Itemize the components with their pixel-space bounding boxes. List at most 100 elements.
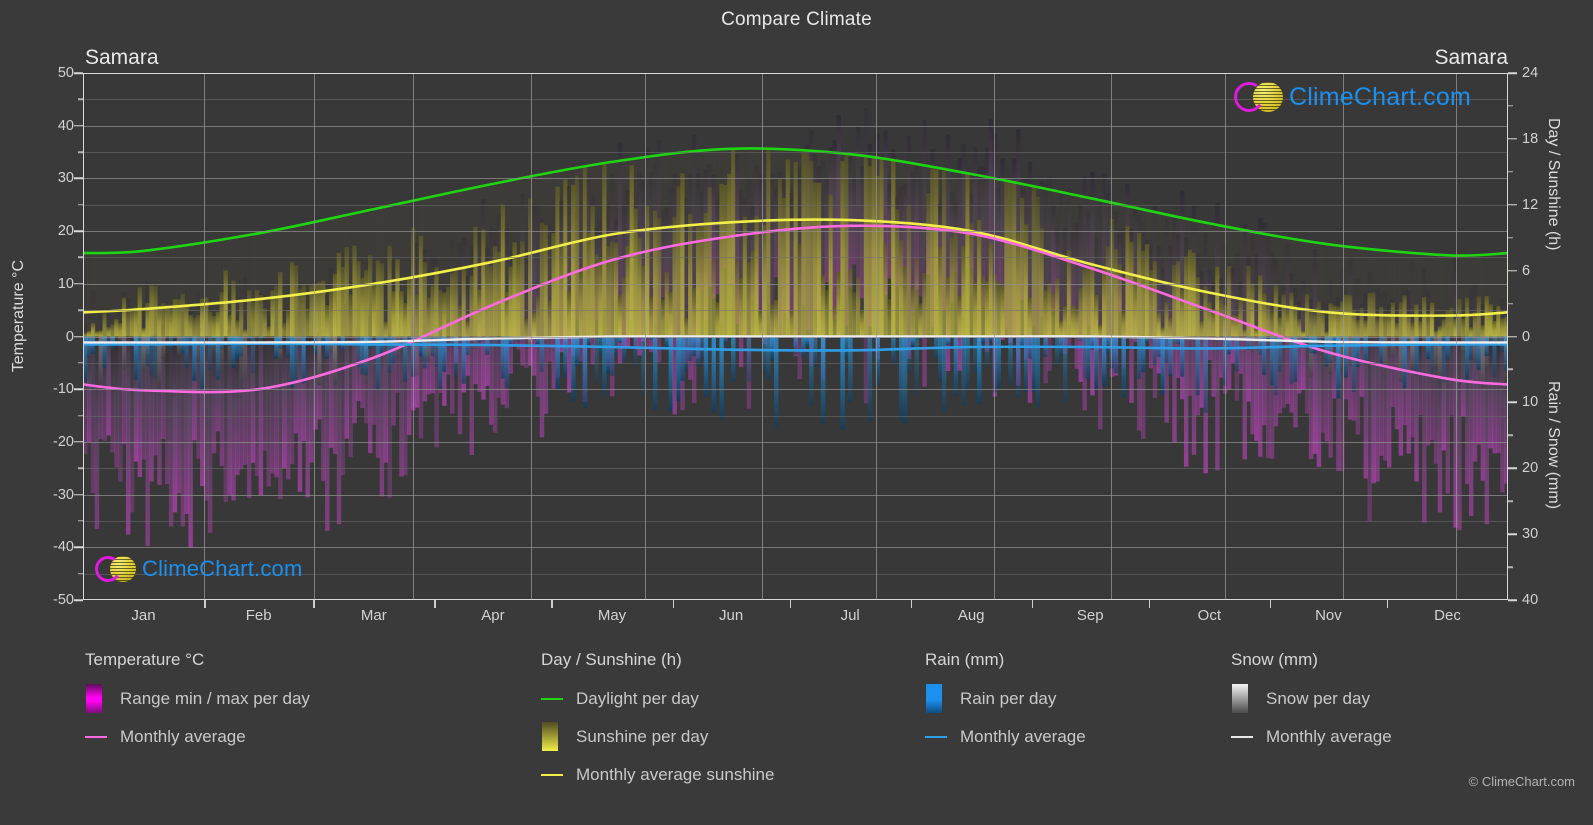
legend-item[interactable]: Monthly average bbox=[1231, 722, 1392, 751]
legend-item[interactable]: Range min / max per day bbox=[85, 684, 310, 713]
watermark-logo-top: ClimeChart.com bbox=[1231, 79, 1471, 115]
legend-group-snow: Snow (mm) Snow per day Monthly average bbox=[1231, 650, 1392, 760]
legend-key bbox=[541, 684, 567, 713]
legend-line-key bbox=[925, 736, 947, 738]
right-tick-label: 18 bbox=[1522, 130, 1539, 147]
legend-swatch bbox=[542, 722, 558, 751]
left-tickmark-minor bbox=[78, 520, 83, 522]
left-tickmark bbox=[74, 335, 83, 338]
x-tickmark bbox=[789, 600, 792, 608]
right-tickmark-minor bbox=[1508, 566, 1513, 568]
x-tickmark bbox=[1148, 600, 1151, 608]
right-tickmark bbox=[1508, 533, 1517, 535]
right-axis-title-top: Day / Sunshine (h) bbox=[1545, 118, 1562, 251]
legend-item[interactable]: Snow per day bbox=[1231, 684, 1392, 713]
left-tick-label: 30 bbox=[57, 170, 74, 187]
legend-swatch bbox=[926, 684, 942, 713]
legend-key bbox=[925, 722, 951, 751]
page-title: Compare Climate bbox=[721, 9, 872, 30]
legend-item[interactable]: Sunshine per day bbox=[541, 722, 774, 751]
right-tickmark-minor bbox=[1508, 171, 1513, 173]
legend: Temperature °C Range min / max per day Mon… bbox=[0, 650, 1593, 800]
right-tick-label: 6 bbox=[1522, 262, 1531, 279]
left-tickmark bbox=[74, 283, 83, 285]
legend-group-daysunshine: Day / Sunshine (h) Daylight per day Sunshi… bbox=[541, 650, 774, 798]
right-tickmark bbox=[1508, 335, 1517, 338]
x-tick-label: Nov bbox=[1315, 607, 1342, 624]
left-tickmark-minor bbox=[78, 362, 83, 364]
left-tick-label: 40 bbox=[57, 117, 74, 134]
left-tickmark bbox=[74, 230, 83, 232]
legend-key bbox=[1231, 722, 1257, 751]
legend-swatch bbox=[86, 684, 102, 713]
climate-plot-area bbox=[83, 73, 1508, 600]
legend-item-label: Daylight per day bbox=[576, 688, 699, 708]
location-label-left: Samara bbox=[85, 46, 159, 69]
x-tickmark bbox=[1031, 600, 1034, 608]
daily-range-bars bbox=[83, 107, 1508, 548]
legend-key bbox=[541, 722, 567, 751]
x-tickmark bbox=[672, 600, 675, 608]
legend-group-rain: Rain (mm) Rain per day Monthly average bbox=[925, 650, 1086, 760]
x-tick-label: Sep bbox=[1076, 607, 1104, 624]
x-tickmark bbox=[1386, 600, 1389, 608]
legend-item[interactable]: Monthly average sunshine bbox=[541, 760, 774, 789]
x-tick-label: Jan bbox=[131, 607, 156, 624]
legend-item-label: Monthly average bbox=[120, 726, 246, 746]
left-tickmark bbox=[74, 177, 83, 180]
legend-group-title: Temperature °C bbox=[85, 650, 205, 669]
x-tick-label: Oct bbox=[1197, 607, 1221, 624]
x-tick-label: Mar bbox=[360, 607, 387, 624]
watermark-text-inner: ClimeChart.com bbox=[142, 556, 303, 581]
left-tickmark-minor bbox=[78, 414, 83, 417]
x-tick-label: Aug bbox=[957, 607, 985, 624]
legend-line-key bbox=[541, 774, 563, 776]
legend-group-title: Rain (mm) bbox=[925, 650, 1005, 669]
left-tick-label: -40 bbox=[53, 539, 74, 556]
legend-group-temperature: Temperature °C Range min / max per day Mon… bbox=[85, 650, 310, 760]
legend-line-key bbox=[1231, 736, 1253, 738]
left-tick-label: -20 bbox=[53, 433, 74, 450]
left-tickmark bbox=[74, 388, 83, 390]
right-tickmark-minor bbox=[1508, 236, 1513, 239]
legend-group-title: Day / Sunshine (h) bbox=[541, 650, 682, 669]
right-tick-label: 12 bbox=[1522, 196, 1539, 213]
x-tickmark bbox=[1269, 600, 1272, 608]
left-tick-label: 0 bbox=[65, 328, 74, 345]
x-tick-label: Apr bbox=[481, 607, 505, 624]
left-tickmark-minor bbox=[78, 151, 83, 153]
left-tickmark bbox=[74, 546, 83, 549]
left-tickmark-minor bbox=[78, 309, 83, 311]
location-label-right: Samara bbox=[1434, 46, 1508, 69]
right-tick-label: 40 bbox=[1522, 592, 1539, 608]
right-tick-label: 20 bbox=[1522, 460, 1539, 477]
left-tick-label: 50 bbox=[57, 65, 74, 81]
legend-item-label: Monthly average bbox=[960, 726, 1086, 746]
x-tickmark bbox=[434, 600, 436, 608]
x-tick-label: Dec bbox=[1434, 607, 1461, 624]
copyright-notice: © ClimeChart.com bbox=[1468, 774, 1575, 789]
watermark-text-top: ClimeChart.com bbox=[1289, 82, 1471, 111]
legend-item[interactable]: Monthly average bbox=[85, 722, 310, 751]
left-tickmark bbox=[74, 72, 83, 74]
legend-item-label: Snow per day bbox=[1266, 688, 1370, 708]
left-tickmark bbox=[74, 493, 83, 496]
legend-swatch bbox=[1232, 684, 1248, 713]
x-tickmark bbox=[313, 600, 315, 608]
x-tickmark bbox=[204, 600, 206, 608]
left-tick-label: 20 bbox=[57, 223, 74, 240]
legend-key bbox=[925, 684, 951, 713]
legend-item[interactable]: Rain per day bbox=[925, 684, 1086, 713]
right-tick-label: 24 bbox=[1522, 65, 1539, 81]
left-tickmark bbox=[74, 599, 83, 601]
left-tickmark-minor bbox=[78, 98, 83, 101]
right-tickmark bbox=[1508, 138, 1517, 140]
legend-key bbox=[1231, 684, 1257, 713]
legend-item[interactable]: Monthly average bbox=[925, 722, 1086, 751]
legend-item[interactable]: Daylight per day bbox=[541, 684, 774, 713]
legend-group-title: Snow (mm) bbox=[1231, 650, 1318, 669]
right-tickmark-minor bbox=[1508, 500, 1513, 502]
legend-item-label: Sunshine per day bbox=[576, 726, 709, 746]
legend-item-label: Monthly average bbox=[1266, 726, 1392, 746]
left-tickmark bbox=[74, 441, 83, 443]
